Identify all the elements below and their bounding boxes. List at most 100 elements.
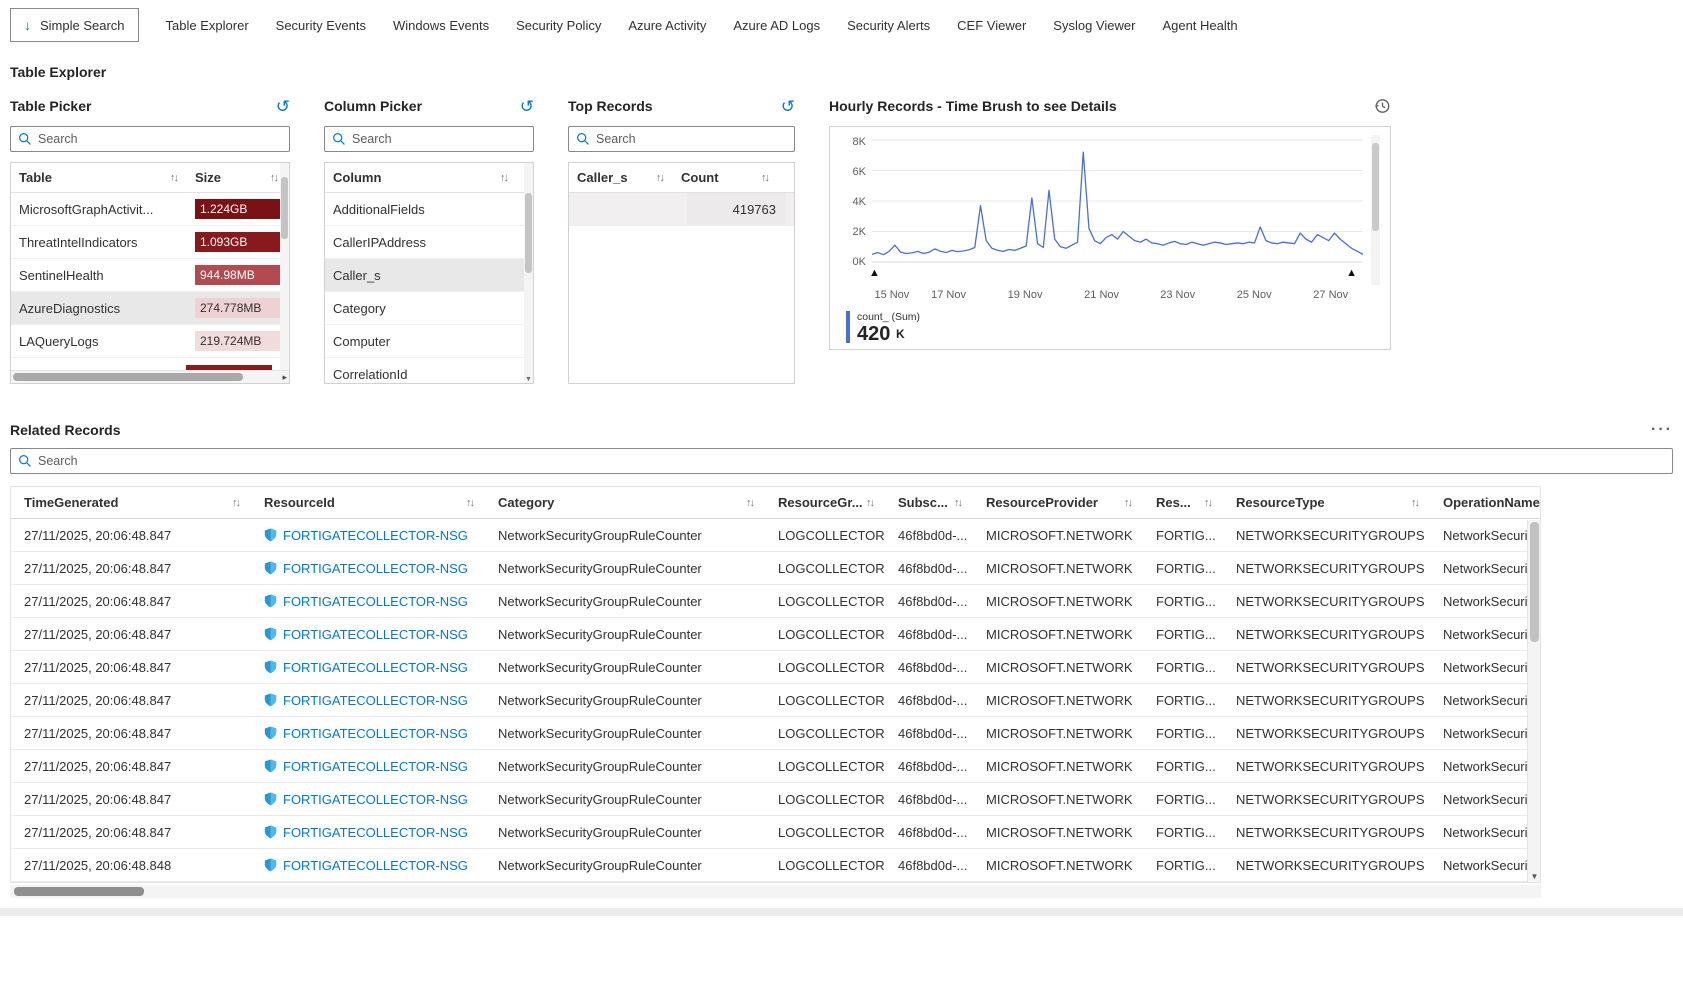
table-picker-searchbox[interactable] [10, 126, 290, 152]
history-icon[interactable] [1373, 97, 1391, 115]
column-header-category[interactable]: Category ↑↓ [485, 495, 765, 510]
related-records-searchbox[interactable] [10, 448, 1673, 474]
record-row[interactable]: 27/11/2025, 20:06:48.847 FORTIGATECOLLEC… [11, 552, 1540, 585]
nsg-shield-icon [264, 528, 277, 542]
column-header-resourceid[interactable]: ResourceId ↑↓ [251, 495, 485, 510]
table-row[interactable]: LAQueryLogs 219.724MB [11, 325, 289, 358]
table-row[interactable]: MicrosoftGraphActivit... 1.224GB [11, 193, 289, 226]
top-records-searchbox[interactable] [568, 126, 795, 152]
column-picker-title: Column Picker [324, 98, 423, 114]
record-row[interactable]: 27/11/2025, 20:06:48.848 FORTIGATECOLLEC… [11, 849, 1540, 882]
nav-item[interactable]: Security Alerts [847, 18, 930, 33]
column-picker-search-input[interactable] [352, 132, 526, 146]
category-value: NetworkSecurityGroupRuleCounter [498, 527, 702, 543]
nav-item[interactable]: Security Policy [516, 18, 601, 33]
scrollbar-thumb[interactable] [281, 177, 288, 239]
scroll-right-icon[interactable]: ▸ [282, 371, 287, 383]
vertical-scrollbar[interactable]: ▼ [524, 163, 533, 383]
nav-item[interactable]: Azure AD Logs [733, 18, 820, 33]
column-header-operationname[interactable]: OperationName [1430, 495, 1540, 510]
record-row[interactable]: 27/11/2025, 20:06:48.847 FORTIGATECOLLEC… [11, 684, 1540, 717]
record-row[interactable]: 27/11/2025, 20:06:48.847 FORTIGATECOLLEC… [11, 585, 1540, 618]
column-row[interactable]: Category [325, 292, 533, 325]
nav-item[interactable]: CEF Viewer [957, 18, 1026, 33]
resourceid-link[interactable]: FORTIGATECOLLECTOR-NSG [283, 528, 468, 543]
table-row[interactable]: AzureDiagnostics 274.778MB [11, 292, 289, 325]
resourceid-cell: FORTIGATECOLLECTOR-NSG [251, 726, 485, 741]
resourceid-link[interactable]: FORTIGATECOLLECTOR-NSG [283, 627, 468, 642]
resourceid-link[interactable]: FORTIGATECOLLECTOR-NSG [283, 693, 468, 708]
record-row[interactable]: 27/11/2025, 20:06:48.847 FORTIGATECOLLEC… [11, 651, 1540, 684]
column-header-caller[interactable]: Caller_s ↑↓ [577, 170, 681, 185]
scrollbar-thumb[interactable] [1530, 522, 1539, 642]
scrollbar-thumb[interactable] [14, 887, 144, 896]
nav-item[interactable]: Syslog Viewer [1053, 18, 1135, 33]
column-header-resourcetype[interactable]: ResourceType ↑↓ [1223, 495, 1430, 510]
column-label: Caller_s [577, 170, 628, 185]
nav-item[interactable]: Table Explorer [166, 18, 249, 33]
column-header-count[interactable]: Count ↑↓ [681, 170, 786, 185]
record-row[interactable]: 27/11/2025, 20:06:48.847 FORTIGATECOLLEC… [11, 750, 1540, 783]
column-row[interactable]: Computer [325, 325, 533, 358]
timegenerated-value: 27/11/2025, 20:06:48.847 [24, 527, 172, 543]
scrollbar-thumb[interactable] [13, 373, 243, 381]
resourceid-link[interactable]: FORTIGATECOLLECTOR-NSG [283, 660, 468, 675]
resourceid-link[interactable]: FORTIGATECOLLECTOR-NSG [283, 858, 468, 873]
reset-icon[interactable]: ↺ [781, 98, 795, 115]
reset-icon[interactable]: ↺ [520, 98, 534, 115]
column-row[interactable]: AdditionalFields [325, 193, 533, 226]
top-records-search-input[interactable] [596, 132, 787, 146]
nav-item[interactable]: Agent Health [1162, 18, 1237, 33]
column-row[interactable]: Caller_s [325, 259, 533, 292]
column-header-resourcegroup[interactable]: ResourceGr... ↑↓ [765, 495, 885, 510]
record-row[interactable]: 27/11/2025, 20:06:48.847 FORTIGATECOLLEC… [11, 717, 1540, 750]
resourceid-link[interactable]: FORTIGATECOLLECTOR-NSG [283, 726, 468, 741]
record-row[interactable]: 27/11/2025, 20:06:48.847 FORTIGATECOLLEC… [11, 783, 1540, 816]
top-record-row[interactable]: 419763 [569, 193, 794, 226]
related-records-search-input[interactable] [38, 454, 1665, 468]
resourceid-link[interactable]: FORTIGATECOLLECTOR-NSG [283, 759, 468, 774]
column-header-resource[interactable]: Res... ↑↓ [1143, 495, 1223, 510]
related-horizontal-scrollbar[interactable] [10, 885, 1541, 898]
x-tick-label: 27 Nov [1313, 289, 1349, 301]
vertical-scrollbar[interactable] [280, 163, 289, 370]
nav-item[interactable]: Windows Events [393, 18, 489, 33]
time-brush-left-handle[interactable]: ▲ [869, 268, 880, 279]
column-picker-searchbox[interactable] [324, 126, 534, 152]
scrollbar-thumb[interactable] [1372, 143, 1379, 231]
horizontal-scrollbar[interactable]: ▸ [11, 370, 289, 383]
column-header-column[interactable]: Column ↑↓ [333, 170, 525, 185]
column-header-subscription[interactable]: Subsc... ↑↓ [885, 495, 973, 510]
scroll-down-icon[interactable]: ▼ [524, 376, 533, 383]
scroll-down-icon[interactable]: ▼ [1528, 872, 1540, 881]
chart-vertical-scrollbar[interactable] [1371, 135, 1380, 285]
resourceid-link[interactable]: FORTIGATECOLLECTOR-NSG [283, 825, 468, 840]
scrollbar-thumb[interactable] [525, 193, 532, 273]
column-header-resourceprovider[interactable]: ResourceProvider ↑↓ [973, 495, 1143, 510]
resourceid-link[interactable]: FORTIGATECOLLECTOR-NSG [283, 792, 468, 807]
page-bottom-divider [0, 908, 1683, 916]
column-header-table[interactable]: Table ↑↓ [19, 170, 195, 185]
subscription-value: 46f8bd0d-... [898, 758, 968, 774]
table-picker-search-input[interactable] [38, 132, 282, 146]
column-row[interactable]: CorrelationId [325, 358, 533, 383]
nav-item-simple-search[interactable]: ↓ Simple Search [10, 8, 139, 42]
chart-plot-area[interactable]: ▲ ▲ [869, 135, 1363, 279]
more-options-icon[interactable]: ··· [1651, 422, 1673, 438]
column-row[interactable]: CallerIPAddress [325, 226, 533, 259]
column-header-size[interactable]: Size ↑↓ [195, 170, 281, 185]
record-row[interactable]: 27/11/2025, 20:06:48.847 FORTIGATECOLLEC… [11, 519, 1540, 552]
record-row[interactable]: 27/11/2025, 20:06:48.847 FORTIGATECOLLEC… [11, 618, 1540, 651]
table-row[interactable]: SentinelHealth 944.98MB [11, 259, 289, 292]
nav-item[interactable]: Security Events [276, 18, 366, 33]
column-header-timegenerated[interactable]: TimeGenerated ↑↓ [11, 495, 251, 510]
time-brush-right-handle[interactable]: ▲ [1346, 268, 1357, 279]
related-vertical-scrollbar[interactable]: ▼ [1527, 520, 1540, 882]
subscription-value: 46f8bd0d-... [898, 659, 968, 675]
table-row[interactable]: ThreatIntelIndicators 1.093GB [11, 226, 289, 259]
resourceid-link[interactable]: FORTIGATECOLLECTOR-NSG [283, 594, 468, 609]
reset-icon[interactable]: ↺ [276, 98, 290, 115]
resourceid-link[interactable]: FORTIGATECOLLECTOR-NSG [283, 561, 468, 576]
record-row[interactable]: 27/11/2025, 20:06:48.847 FORTIGATECOLLEC… [11, 816, 1540, 849]
nav-item[interactable]: Azure Activity [628, 18, 706, 33]
